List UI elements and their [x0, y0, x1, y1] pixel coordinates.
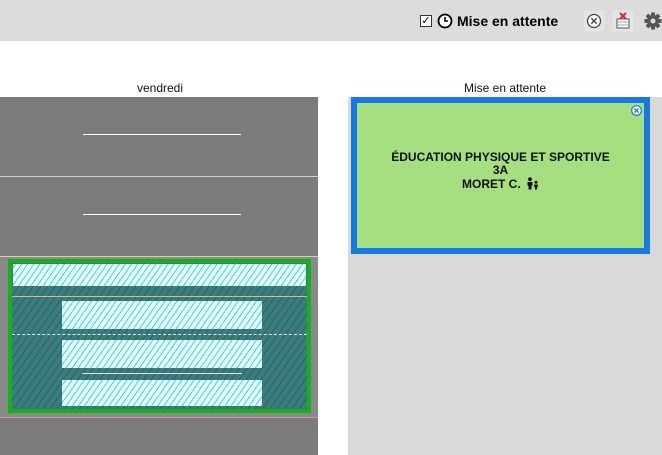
time-slot[interactable]	[0, 177, 318, 256]
waiting-course-card-body: ÉDUCATION PHYSIQUE ET SPORTIVE 3A MORET …	[357, 103, 644, 248]
teacher-student-icon	[527, 177, 538, 190]
slot-divider	[83, 134, 241, 135]
course-hatch-band	[13, 264, 306, 286]
day-column	[0, 97, 320, 455]
close-icon[interactable]	[631, 105, 642, 116]
course-hatch-band	[62, 301, 262, 329]
course-class: 3A	[492, 163, 509, 177]
course-divider	[12, 296, 307, 297]
course-block[interactable]	[8, 259, 311, 413]
gear-icon[interactable]	[642, 10, 662, 32]
course-hatch-band	[62, 340, 262, 368]
waiting-checkbox-label[interactable]: Mise en attente	[457, 13, 558, 29]
calendar-delete-icon[interactable]	[612, 10, 634, 32]
waiting-course-details: ÉDUCATION PHYSIQUE ET SPORTIVE 3A MORET …	[357, 151, 644, 191]
waiting-column-title: Mise en attente	[463, 81, 547, 95]
course-hatch-band	[62, 380, 262, 406]
waiting-checkbox[interactable]: ✓	[420, 15, 432, 27]
day-column-title: vendredi	[136, 81, 184, 95]
time-slot[interactable]	[0, 418, 318, 455]
time-slot[interactable]	[0, 97, 318, 176]
close-circle-icon[interactable]	[583, 10, 605, 32]
toolbar: ✓ Mise en attente	[0, 0, 662, 41]
slot-divider	[83, 214, 241, 215]
clock-icon	[437, 13, 453, 29]
course-divider	[82, 373, 242, 374]
course-divider	[12, 334, 307, 335]
course-teacher: MORET C.	[461, 177, 521, 191]
course-teacher-line: MORET C.	[357, 177, 644, 191]
waiting-course-card[interactable]: ÉDUCATION PHYSIQUE ET SPORTIVE 3A MORET …	[351, 97, 650, 254]
